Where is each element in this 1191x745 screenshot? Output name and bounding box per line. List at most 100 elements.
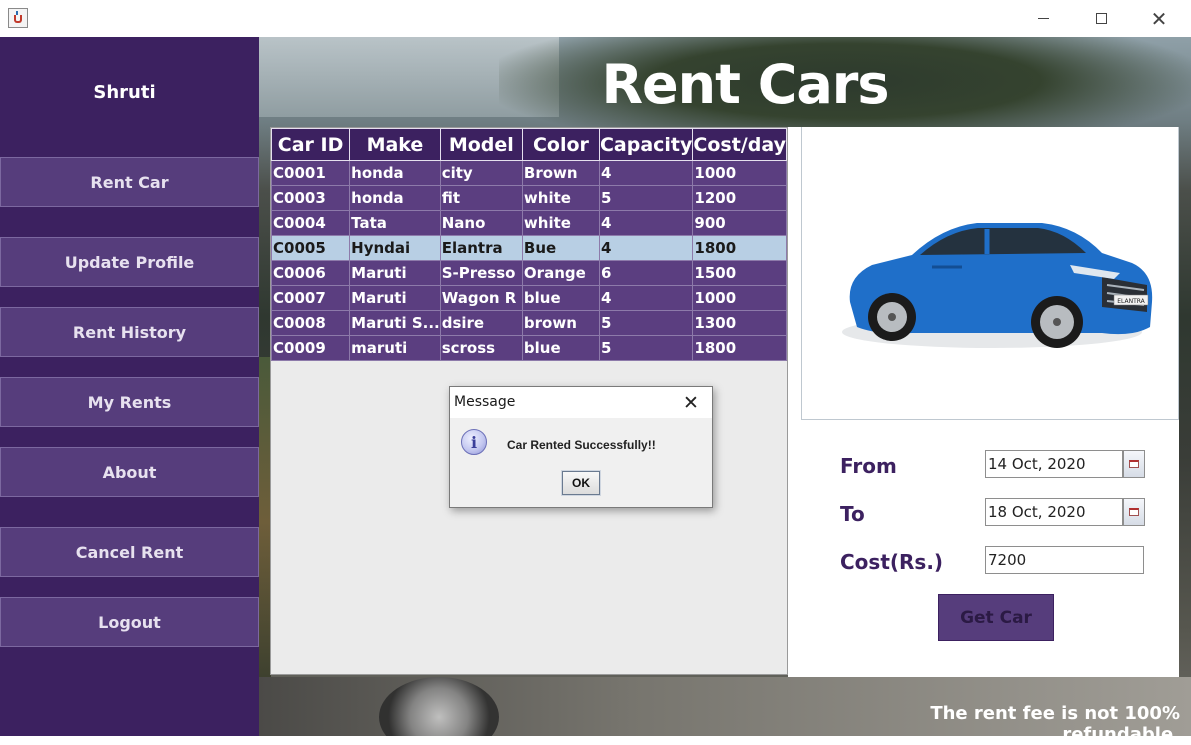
maximize-button[interactable]	[1078, 0, 1124, 37]
java-app-icon	[8, 8, 28, 28]
sidebar-item-update-profile[interactable]: Update Profile	[0, 237, 259, 287]
table-cell: 4	[598, 160, 694, 186]
table-cell: Brown	[521, 160, 600, 186]
page-title: Rent Cars	[601, 53, 889, 116]
table-cell: white	[521, 185, 600, 211]
table-row[interactable]: C0006 Maruti S-Presso Orange 6 1500	[270, 260, 787, 286]
table-cell: 1000	[692, 160, 787, 186]
table-row[interactable]: C0008 Maruti S... dsire brown 5 1300	[270, 310, 787, 336]
table-cell: 900	[692, 210, 787, 236]
table-cell: 5	[598, 310, 694, 336]
column-header-make[interactable]: Make	[349, 128, 441, 161]
get-car-button[interactable]: Get Car	[938, 594, 1054, 641]
table-cell: Maruti	[349, 285, 441, 311]
table-cell: Maruti S...	[349, 310, 441, 336]
to-label: To	[840, 502, 865, 526]
dialog-close-button[interactable]: ✕	[678, 390, 704, 416]
calendar-icon	[1129, 460, 1139, 468]
cost-label: Cost(Rs.)	[840, 550, 944, 574]
user-name: Shruti	[93, 82, 156, 103]
svg-text:ELANTRA: ELANTRA	[1117, 298, 1145, 305]
table-cell: 1800	[692, 335, 787, 361]
dialog-message: Car Rented Successfully!!	[507, 438, 656, 452]
message-dialog: Message ✕ i Car Rented Successfully!! OK	[449, 386, 713, 508]
sidebar-item-my-rents[interactable]: My Rents	[0, 377, 259, 427]
table-cell: C0009	[270, 335, 351, 361]
table-cell: 4	[598, 285, 694, 311]
cars-table: Car ID Make Model Color Capacity Cost/da…	[270, 128, 787, 361]
table-cell: dsire	[439, 310, 523, 336]
close-icon: ✕	[1150, 6, 1168, 31]
table-cell: 5	[598, 335, 694, 361]
table-row-selected[interactable]: C0005 Hyndai Elantra Bue 4 1800	[270, 235, 787, 261]
table-cell: 4	[598, 235, 694, 261]
table-cell: Orange	[521, 260, 600, 286]
table-cell: 1300	[692, 310, 787, 336]
sidebar-item-about[interactable]: About	[0, 447, 259, 497]
column-header-color[interactable]: Color	[521, 128, 600, 161]
table-cell: C0001	[270, 160, 351, 186]
table-cell: blue	[521, 335, 600, 361]
column-header-car-id[interactable]: Car ID	[270, 128, 351, 161]
table-cell: C0006	[270, 260, 351, 286]
table-cell: C0004	[270, 210, 351, 236]
table-row[interactable]: C0009 maruti scross blue 5 1800	[270, 335, 787, 361]
table-row[interactable]: C0004 Tata Nano white 4 900	[270, 210, 787, 236]
table-cell: maruti	[349, 335, 441, 361]
table-cell: C0003	[270, 185, 351, 211]
table-cell: blue	[521, 285, 600, 311]
from-calendar-button[interactable]	[1123, 450, 1145, 478]
table-row[interactable]: C0003 honda fit white 5 1200	[270, 185, 787, 211]
table-header-row: Car ID Make Model Color Capacity Cost/da…	[270, 128, 787, 161]
minimize-icon	[1037, 18, 1049, 19]
car-image: ELANTRA	[801, 127, 1179, 420]
from-date-field[interactable]: 14 Oct, 2020	[985, 450, 1123, 478]
table-cell: C0007	[270, 285, 351, 311]
window-titlebar: ✕	[0, 0, 1191, 37]
table-cell: fit	[439, 185, 523, 211]
table-row[interactable]: C0007 Maruti Wagon Rblue 4 1000	[270, 285, 787, 311]
column-header-cost-per-day[interactable]: Cost/day	[692, 128, 787, 161]
table-cell: 1800	[692, 235, 787, 261]
sidebar-item-cancel-rent[interactable]: Cancel Rent	[0, 527, 259, 577]
close-window-button[interactable]: ✕	[1136, 0, 1182, 37]
maximize-icon	[1095, 13, 1107, 24]
table-cell: Maruti	[349, 260, 441, 286]
table-cell: 5	[598, 185, 694, 211]
dialog-title: Message	[454, 394, 516, 410]
table-cell: 4	[598, 210, 694, 236]
info-icon: i	[461, 429, 487, 455]
column-header-model[interactable]: Model	[439, 128, 523, 161]
table-cell: 6	[598, 260, 694, 286]
ok-button[interactable]: OK	[561, 470, 601, 496]
table-cell: 1200	[692, 185, 787, 211]
table-cell: honda	[349, 160, 441, 186]
rent-details-panel: ELANTRA From 14 Oct, 2020 To 18 Oct, 202…	[788, 127, 1179, 677]
table-cell: Bue	[521, 235, 600, 261]
dialog-titlebar: Message ✕	[450, 387, 712, 418]
cost-field[interactable]: 7200	[985, 546, 1144, 574]
table-cell: 1000	[692, 285, 787, 311]
sidebar-item-rent-car[interactable]: Rent Car	[0, 157, 259, 207]
sidebar-item-logout[interactable]: Logout	[0, 597, 259, 647]
column-header-capacity[interactable]: Capacity	[598, 128, 694, 161]
table-cell: white	[521, 210, 600, 236]
table-cell: city	[439, 160, 523, 186]
sidebar: Shruti Rent Car Update Profile Rent Hist…	[0, 37, 259, 736]
calendar-icon	[1129, 508, 1139, 516]
table-cell: Hyndai	[349, 235, 441, 261]
car-photo-icon: ELANTRA	[842, 223, 1153, 348]
table-cell: Elantra	[439, 235, 523, 261]
table-cell: C0005	[270, 235, 351, 261]
refund-note: The rent fee is not 100% refundable.	[930, 703, 1180, 745]
minimize-button[interactable]	[1020, 0, 1066, 37]
table-cell: Wagon R	[439, 285, 523, 311]
sidebar-item-rent-history[interactable]: Rent History	[0, 307, 259, 357]
to-date-field[interactable]: 18 Oct, 2020	[985, 498, 1123, 526]
table-row[interactable]: C0001 honda city Brown 4 1000	[270, 160, 787, 186]
table-cell: honda	[349, 185, 441, 211]
table-cell: 1500	[692, 260, 787, 286]
table-cell: C0008	[270, 310, 351, 336]
table-cell: S-Presso	[439, 260, 523, 286]
to-calendar-button[interactable]	[1123, 498, 1145, 526]
